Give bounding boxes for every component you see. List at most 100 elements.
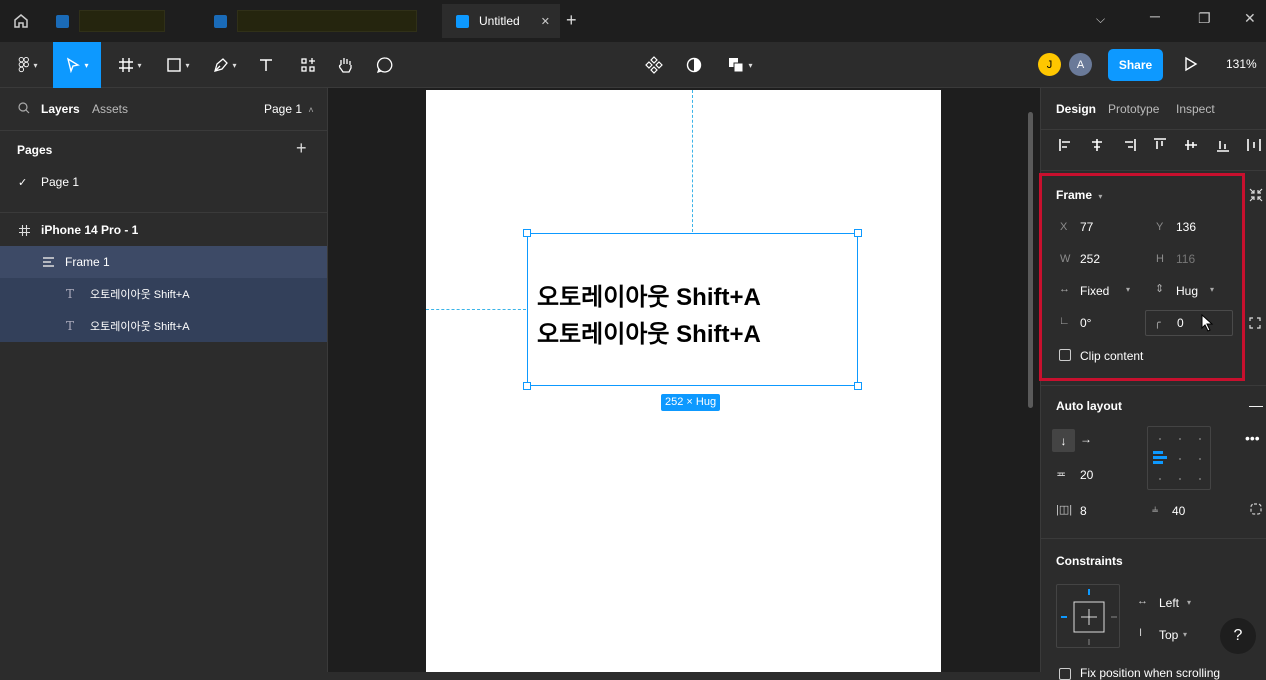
component-button[interactable] xyxy=(640,42,668,88)
tab-untitled[interactable]: Untitled ✕ xyxy=(442,4,560,38)
divider xyxy=(1041,170,1266,171)
resources-button[interactable] xyxy=(294,42,322,88)
align-vertical-center-icon[interactable] xyxy=(1184,138,1198,152)
direction-vertical-button[interactable]: ↓ xyxy=(1052,429,1075,452)
close-tab-icon[interactable]: ✕ xyxy=(541,15,550,28)
fix-position-checkbox[interactable] xyxy=(1059,668,1071,680)
clip-content-checkbox[interactable] xyxy=(1059,349,1071,361)
direction-horizontal-button[interactable]: → xyxy=(1080,432,1092,446)
layer-row-frame-1[interactable]: Frame 1 xyxy=(0,246,327,278)
x-field[interactable]: X 77 xyxy=(1056,216,1136,238)
hand-tool-button[interactable] xyxy=(331,42,359,88)
tab-inspect[interactable]: Inspect xyxy=(1176,102,1215,116)
vertical-constraint-dropdown[interactable]: I Top ▾ xyxy=(1137,624,1227,646)
individual-padding-icon[interactable] xyxy=(1250,503,1262,518)
search-icon[interactable] xyxy=(18,102,30,117)
resize-handle[interactable] xyxy=(523,382,531,390)
layer-row-text-2[interactable]: T 오토레이아웃 Shift+A xyxy=(0,310,327,342)
padding-horizontal-field[interactable]: |◫| 8 xyxy=(1056,500,1136,522)
frame-section-title[interactable]: Frame ▾ xyxy=(1056,188,1102,202)
more-options-icon[interactable]: ••• xyxy=(1245,430,1260,446)
corner-radius-icon: ╭ xyxy=(1154,317,1161,329)
distribute-icon[interactable] xyxy=(1247,138,1261,152)
x-value: 77 xyxy=(1080,220,1094,234)
chevron-down-icon: ▾ xyxy=(1183,630,1188,639)
alignment-dots-icon xyxy=(1153,438,1201,480)
add-page-button[interactable]: + xyxy=(296,138,307,159)
tab-file-1[interactable] xyxy=(42,4,200,38)
tab-design[interactable]: Design xyxy=(1056,102,1096,116)
vertical-scrollbar[interactable] xyxy=(1028,112,1033,408)
align-bottom-icon[interactable] xyxy=(1216,138,1230,152)
padding-vertical-field[interactable]: ⫨ 40 xyxy=(1152,500,1232,522)
width-mode-dropdown[interactable]: ↔ Fixed ▾ xyxy=(1056,280,1136,302)
remove-auto-layout-icon[interactable]: — xyxy=(1249,397,1263,413)
main-menu-button[interactable]: ▾ xyxy=(8,42,48,88)
align-top-icon[interactable] xyxy=(1153,138,1167,152)
layer-row-iphone[interactable]: iPhone 14 Pro - 1 xyxy=(0,214,327,246)
tab-assets[interactable]: Assets xyxy=(92,102,128,116)
mask-button[interactable] xyxy=(680,42,708,88)
zoom-level[interactable]: 131% xyxy=(1226,57,1257,71)
tab-prototype[interactable]: Prototype xyxy=(1108,102,1159,116)
close-window-icon[interactable]: ✕ xyxy=(1244,10,1256,27)
pen-tool-button[interactable]: ▾ xyxy=(205,42,245,88)
move-tool-button[interactable]: ▾ xyxy=(53,42,101,88)
boolean-button[interactable]: ▾ xyxy=(720,42,760,88)
tab-file-2[interactable] xyxy=(200,4,440,38)
new-tab-button[interactable]: + xyxy=(566,10,577,31)
rotation-field[interactable]: ∟ 0° xyxy=(1056,312,1136,334)
layer-label: Frame 1 xyxy=(65,255,110,269)
align-right-icon[interactable] xyxy=(1122,138,1136,152)
tabs-dropdown-icon[interactable]: ⌵ xyxy=(1096,12,1105,27)
canvas-text-1[interactable]: 오토레이아웃 Shift+A xyxy=(537,277,761,312)
chevron-down-icon: ▾ xyxy=(1187,598,1192,607)
padding-horizontal-value: 8 xyxy=(1080,504,1087,518)
maximize-icon[interactable]: ❐ xyxy=(1198,10,1211,27)
present-play-icon[interactable] xyxy=(1184,56,1198,75)
resize-handle[interactable] xyxy=(523,229,531,237)
shape-tool-button[interactable]: ▾ xyxy=(158,42,198,88)
align-left-icon[interactable] xyxy=(1059,138,1073,152)
auto-layout-icon xyxy=(43,257,54,267)
canvas-text-2[interactable]: 오토레이아웃 Shift+A xyxy=(537,314,761,349)
horizontal-constraint-dropdown[interactable]: ↔ Left ▾ xyxy=(1137,592,1227,614)
redacted-tab-title xyxy=(237,10,417,32)
page-item-1[interactable]: ✓ Page 1 xyxy=(0,166,327,198)
w-value: 252 xyxy=(1080,252,1101,266)
page-selector[interactable]: Page 1 ˄ xyxy=(264,102,314,116)
comment-tool-button[interactable] xyxy=(371,42,399,88)
width-resize-icon: ↔ xyxy=(1059,283,1070,295)
alignment-grid[interactable] xyxy=(1147,426,1211,490)
y-field[interactable]: Y 136 xyxy=(1152,216,1232,238)
share-button[interactable]: Share xyxy=(1108,49,1163,81)
properties-panel: Design Prototype Inspect Frame ▾ X 77 Y … xyxy=(1039,88,1266,680)
home-icon[interactable] xyxy=(0,0,42,42)
avatar-a[interactable]: A xyxy=(1069,53,1092,76)
align-horizontal-center-icon[interactable] xyxy=(1090,138,1104,152)
avatar-j[interactable]: J xyxy=(1038,53,1061,76)
title-bar: Untitled ✕ + ⌵ ─ ❐ ✕ xyxy=(0,0,1266,42)
h-field[interactable]: H 116 xyxy=(1152,248,1232,270)
layer-label: 오토레이아웃 Shift+A xyxy=(90,289,190,301)
tab-layers[interactable]: Layers xyxy=(41,102,80,116)
text-icon: T xyxy=(66,287,75,301)
help-button[interactable]: ? xyxy=(1220,618,1256,654)
canvas[interactable]: 오토레이아웃 Shift+A 오토레이아웃 Shift+A 252 × Hug xyxy=(328,88,1040,672)
width-mode-value: Fixed xyxy=(1080,284,1110,298)
constraints-widget[interactable] xyxy=(1056,584,1120,648)
spacing-guide-horizontal xyxy=(426,309,526,310)
resize-handle[interactable] xyxy=(854,382,862,390)
collapse-arrows-icon[interactable] xyxy=(1249,188,1263,205)
independent-corners-icon[interactable] xyxy=(1249,317,1261,332)
height-mode-dropdown[interactable]: ⇕ Hug ▾ xyxy=(1152,280,1232,302)
layer-row-text-1[interactable]: T 오토레이아웃 Shift+A xyxy=(0,278,327,310)
corner-radius-field[interactable]: ╭ 0 xyxy=(1145,310,1233,336)
frame-tool-button[interactable]: ▾ xyxy=(110,42,150,88)
gap-field[interactable]: ≖ 20 xyxy=(1056,464,1136,486)
text-tool-button[interactable] xyxy=(252,42,280,88)
w-field[interactable]: W 252 xyxy=(1056,248,1136,270)
gap-value: 20 xyxy=(1080,468,1094,482)
minimize-icon[interactable]: ─ xyxy=(1150,8,1160,24)
resize-handle[interactable] xyxy=(854,229,862,237)
